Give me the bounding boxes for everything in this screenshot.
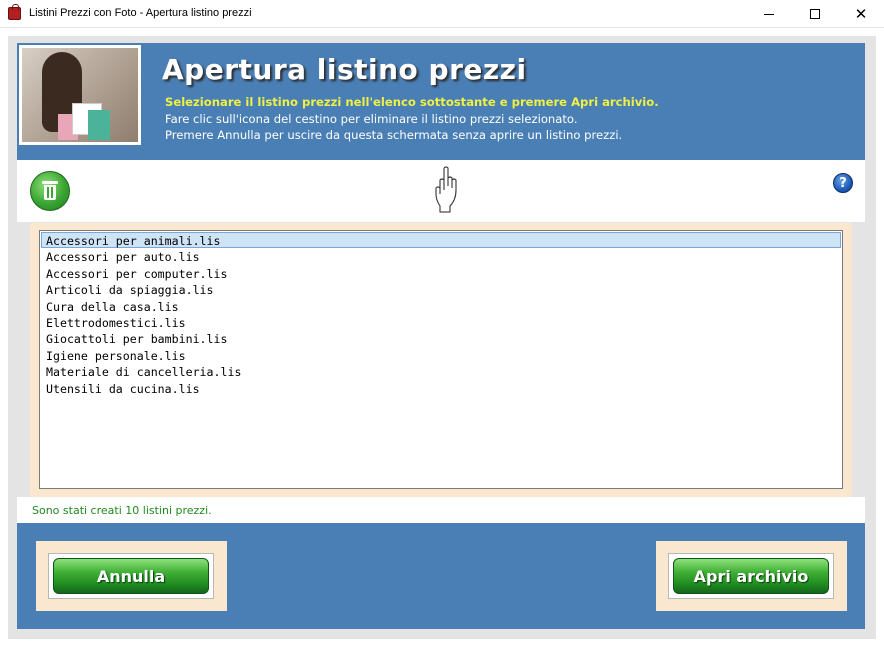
- close-button[interactable]: ✕: [838, 0, 884, 28]
- instruction-line-delete: Fare clic sull'icona del cestino per eli…: [165, 112, 578, 126]
- list-item[interactable]: Materiale di cancelleria.lis: [41, 363, 841, 379]
- maximize-button[interactable]: [792, 0, 838, 28]
- app-icon: [8, 4, 21, 20]
- header-photo: [19, 45, 141, 145]
- window-title: Listini Prezzi con Foto - Apertura listi…: [29, 7, 252, 19]
- delete-button[interactable]: [30, 171, 70, 211]
- maximize-icon: [810, 9, 820, 19]
- open-archive-button-frame: Apri archivio: [656, 541, 847, 611]
- pointing-hand-icon: [435, 166, 457, 213]
- list-item[interactable]: Elettrodomestici.lis: [41, 314, 841, 330]
- cancel-button[interactable]: Annulla: [53, 558, 209, 594]
- minimize-icon: [764, 13, 774, 15]
- help-icon: ?: [839, 175, 847, 191]
- cancel-button-frame: Annulla: [36, 541, 227, 611]
- help-button[interactable]: ?: [833, 173, 853, 193]
- list-item[interactable]: Utensili da cucina.lis: [41, 380, 841, 396]
- list-item[interactable]: Cura della casa.lis: [41, 298, 841, 314]
- instruction-subtitle: Selezionare il listino prezzi nell'elenc…: [165, 95, 659, 109]
- shopping-woman-image: [22, 48, 138, 142]
- trash-icon: [42, 181, 58, 201]
- list-item[interactable]: Articoli da spiaggia.lis: [41, 281, 841, 297]
- list-item[interactable]: Accessori per animali.lis: [41, 232, 841, 249]
- page-title: Apertura listino prezzi: [162, 53, 527, 86]
- status-text: Sono stati creati 10 listini prezzi.: [32, 504, 212, 517]
- list-item[interactable]: Giocattoli per bambini.lis: [41, 330, 841, 346]
- list-item[interactable]: Accessori per computer.lis: [41, 265, 841, 281]
- file-listbox[interactable]: Accessori per animali.lis Accessori per a…: [39, 230, 843, 489]
- list-item[interactable]: Accessori per auto.lis: [41, 248, 841, 264]
- minimize-button[interactable]: [746, 0, 792, 28]
- instruction-line-cancel: Premere Annulla per uscire da questa sch…: [165, 128, 623, 142]
- list-item[interactable]: Igiene personale.lis: [41, 347, 841, 363]
- open-archive-button[interactable]: Apri archivio: [673, 558, 829, 594]
- title-bar: Listini Prezzi con Foto - Apertura listi…: [0, 0, 884, 28]
- close-icon: ✕: [854, 4, 868, 23]
